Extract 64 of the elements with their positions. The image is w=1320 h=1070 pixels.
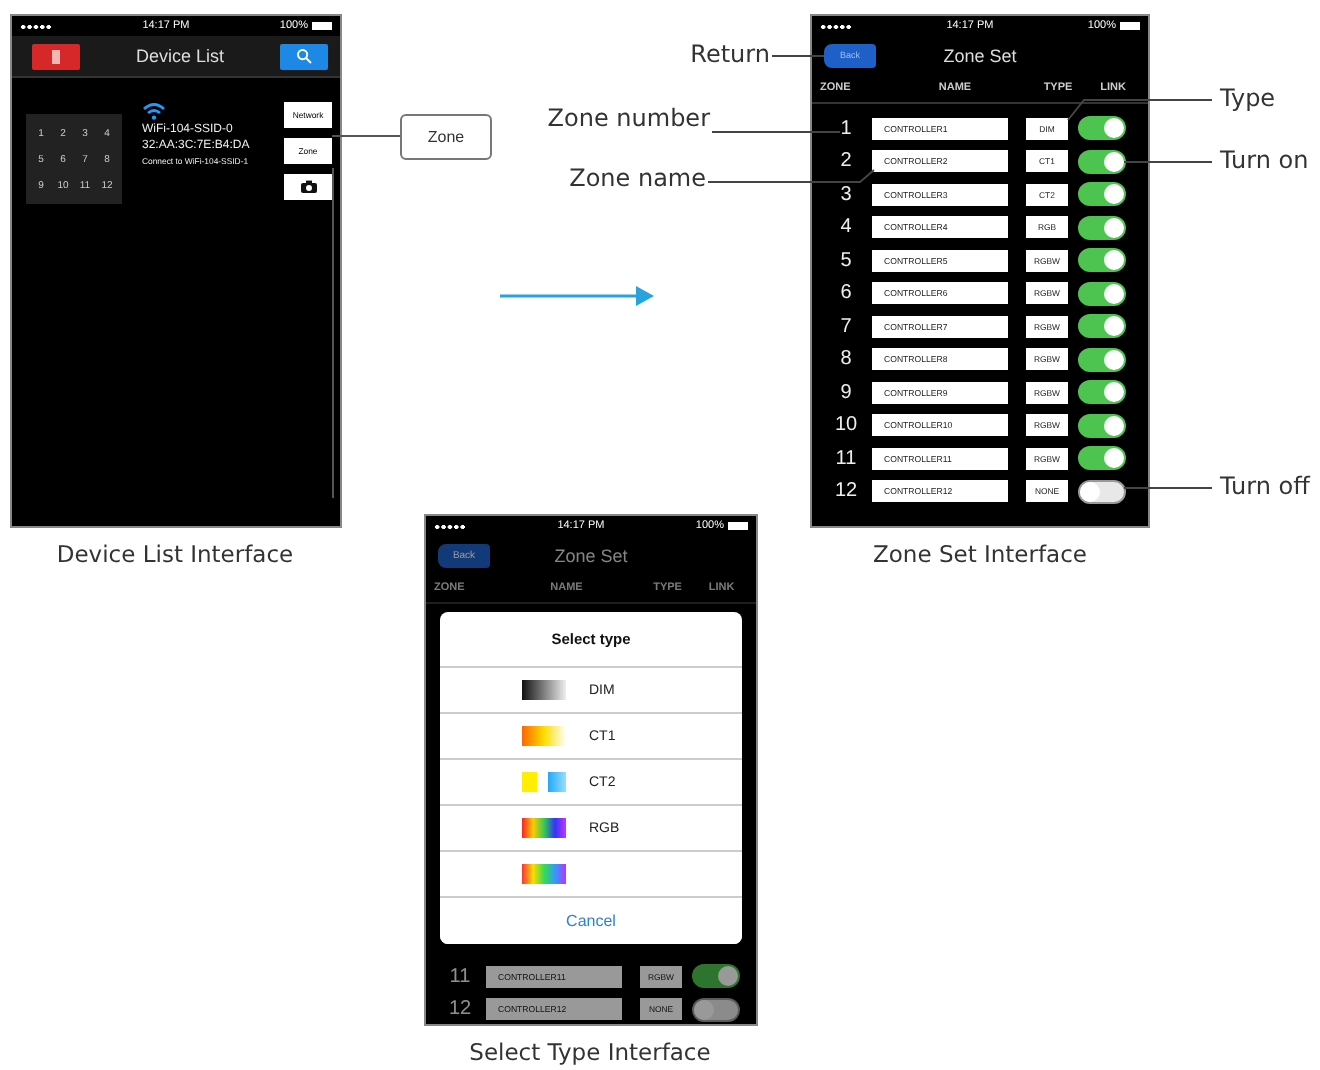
link-toggle[interactable] [1078, 248, 1126, 272]
leader-line [711, 131, 841, 133]
link-toggle[interactable] [692, 964, 740, 988]
screen-title: Device List [135, 46, 224, 66]
link-toggle[interactable] [1078, 215, 1126, 239]
color-swatch-icon [521, 726, 565, 746]
battery-icon [312, 22, 332, 30]
color-swatch-icon [521, 772, 565, 792]
zone-number: 9 [838, 381, 854, 403]
search-icon [295, 48, 312, 64]
signal-icon [434, 523, 466, 529]
annotation-label: Turn on [1220, 146, 1309, 174]
link-toggle[interactable] [1078, 149, 1126, 173]
zone-number: 7 [838, 315, 854, 337]
link-toggle[interactable] [1078, 479, 1126, 503]
link-toggle[interactable] [1078, 413, 1126, 437]
camera-button[interactable] [284, 174, 332, 200]
zone-number: 2 [838, 150, 854, 172]
zone-number: 12 [832, 480, 860, 502]
caption: Device List Interface [54, 540, 296, 568]
annotation-label: Type [1220, 84, 1276, 112]
leader-line [1123, 161, 1213, 163]
annotation-label: Zone name [569, 164, 706, 192]
leader-line [331, 135, 401, 137]
zone-number: 12 [446, 998, 474, 1020]
caption: Select Type Interface [467, 1038, 713, 1066]
zone-number: 10 [832, 414, 860, 436]
leader-line [771, 55, 825, 57]
header-left-button[interactable] [32, 43, 80, 69]
zone-number: 4 [838, 216, 854, 238]
link-toggle[interactable] [1078, 281, 1126, 305]
link-toggle[interactable] [1078, 347, 1126, 371]
signal-icon [20, 23, 52, 29]
caption: Zone Set Interface [871, 540, 1089, 568]
zone-number: 8 [838, 348, 854, 370]
bar-icon [52, 49, 60, 63]
zone-number: 5 [838, 249, 854, 271]
color-swatch-icon [521, 818, 565, 838]
color-swatch-icon [521, 864, 565, 884]
annotation-label: Turn off [1220, 472, 1310, 500]
signal-icon [820, 23, 852, 29]
color-swatch-icon [521, 680, 565, 700]
battery-icon [1120, 22, 1140, 30]
search-button[interactable] [279, 43, 328, 69]
zone-number: 11 [833, 447, 859, 469]
link-toggle[interactable] [1078, 380, 1126, 404]
link-toggle[interactable] [1078, 446, 1126, 470]
screen-title: Zone Set [943, 45, 1017, 65]
annotation-label: Zone number [547, 104, 710, 132]
zone-number: 1 [838, 117, 854, 139]
link-toggle[interactable] [1078, 116, 1126, 140]
link-toggle[interactable] [1078, 314, 1126, 338]
zone-callout: Zone [400, 114, 492, 160]
annotation-label: Return [690, 40, 770, 68]
camera-icon [299, 180, 317, 194]
zone-number: 11 [447, 965, 473, 987]
leader-line [1123, 487, 1213, 489]
screen-title: Zone Set [554, 545, 628, 565]
battery-icon [728, 522, 748, 530]
zone-number: 3 [838, 183, 854, 205]
link-toggle[interactable] [692, 997, 740, 1021]
wifi-icon [142, 102, 166, 120]
zone-number: 6 [838, 282, 854, 304]
link-toggle[interactable] [1078, 182, 1126, 206]
